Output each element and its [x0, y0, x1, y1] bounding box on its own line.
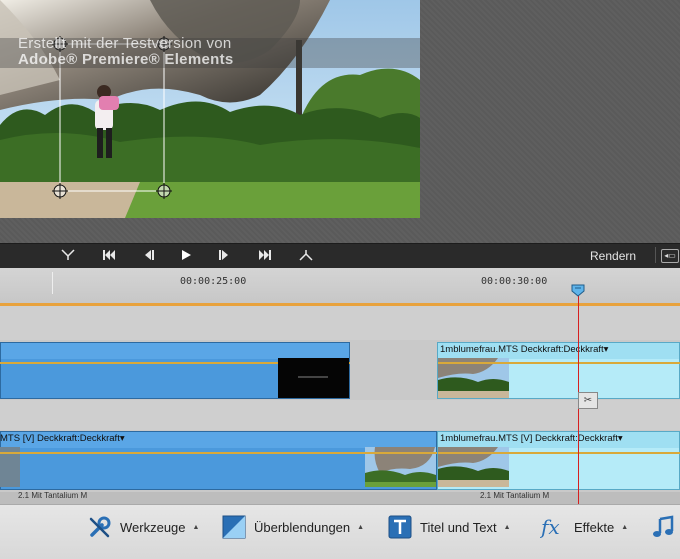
dropdown-icon[interactable]: ▾: [604, 344, 609, 355]
ruler-marker: [52, 272, 53, 294]
clip-label: 1mblumefrau.MTS Deckkraft:Deckkraft▾: [440, 344, 608, 355]
playhead-icon: [571, 284, 585, 297]
step-forward-icon: [219, 250, 228, 260]
opacity-rubberband[interactable]: [438, 362, 680, 364]
split-clip-button[interactable]: ✂: [578, 392, 598, 409]
goto-out-button[interactable]: [294, 243, 318, 267]
skip-back-icon: [103, 250, 115, 260]
transitions-button[interactable]: Überblendungen ▲: [222, 512, 364, 542]
clip-opacity-label: Deckkraft:Deckkraft: [535, 433, 618, 444]
clip-opacity-label: Deckkraft:Deckkraft: [520, 344, 604, 355]
play-button[interactable]: [174, 243, 198, 267]
skip-forward-icon: [259, 250, 271, 260]
title-text-icon: [388, 515, 412, 539]
play-icon: [182, 250, 191, 260]
goto-in-button[interactable]: [56, 243, 80, 267]
caret-up-icon: ▲: [621, 523, 629, 531]
watermark-line-1: Erstellt mit der Testversion von: [18, 35, 232, 52]
clip-thumbnail: [438, 358, 509, 398]
effects-label: Effekte: [574, 519, 615, 535]
audio-button[interactable]: [652, 512, 676, 542]
scissors-icon: ✂: [583, 395, 593, 406]
titles-label: Titel und Text: [420, 519, 497, 535]
clip-label: 1mblumefrau.MTS [V] Deckkraft:Deckkraft▾: [440, 433, 623, 444]
step-back-button[interactable]: [137, 243, 161, 267]
goto-end-button[interactable]: [253, 243, 277, 267]
audio-clip-label: 2.1 Mit Tantalium M: [18, 491, 88, 500]
dropdown-icon[interactable]: ▾: [120, 433, 125, 444]
caret-up-icon: ▲: [192, 523, 200, 531]
dropdown-icon[interactable]: ▾: [618, 433, 623, 444]
audio-clip-label: 2.1 Mit Tantalium M: [480, 491, 550, 500]
clip-name: 1mblumefrau.MTS: [440, 344, 519, 355]
titles-button[interactable]: Titel und Text ▲: [388, 512, 511, 542]
video-preview[interactable]: [0, 0, 420, 218]
transition-icon: [222, 515, 246, 539]
step-forward-button[interactable]: [212, 243, 236, 267]
step-back-icon: [145, 250, 154, 260]
clip-opacity-label: Deckkraft:Deckkraft: [36, 433, 120, 444]
opacity-rubberband[interactable]: [0, 452, 437, 454]
clip-name: 1mblumefrau.MTS [V]: [440, 433, 533, 444]
fx-icon: fx: [540, 515, 560, 539]
divider: [655, 247, 656, 263]
timecode-label: 00:00:30:00: [481, 276, 548, 287]
wrench-screwdriver-icon: [89, 516, 111, 538]
goto-in-icon: [61, 249, 75, 260]
opacity-rubberband[interactable]: [438, 452, 680, 454]
panel-menu-button[interactable]: ◂▭: [661, 249, 679, 263]
watermark-line-2: Adobe® Premiere® Elements: [18, 51, 234, 68]
caret-up-icon: ▲: [503, 523, 511, 531]
tools-button[interactable]: Werkzeuge ▲: [88, 512, 199, 542]
svg-text:fx: fx: [540, 515, 560, 539]
effects-button[interactable]: fx Effekte ▲: [540, 512, 628, 542]
clip-label: MTS [V] Deckkraft:Deckkraft▾: [0, 433, 125, 444]
tools-label: Werkzeuge: [120, 519, 186, 535]
clip-thumbnail: [278, 358, 349, 398]
caret-up-icon: ▲: [357, 523, 365, 531]
transitions-label: Überblendungen: [254, 519, 351, 535]
playhead-handle[interactable]: [571, 284, 585, 297]
timecode-label: 00:00:25:00: [180, 276, 247, 287]
goto-start-button[interactable]: [97, 243, 121, 267]
trial-watermark: Erstellt mit der Testversion von Adobe® …: [18, 36, 234, 68]
clip-name: MTS [V]: [0, 433, 35, 444]
render-button[interactable]: Rendern: [590, 243, 636, 267]
panel-menu-icon: ◂▭: [664, 251, 676, 260]
music-note-icon: [653, 515, 674, 537]
goto-out-icon: [299, 250, 313, 261]
